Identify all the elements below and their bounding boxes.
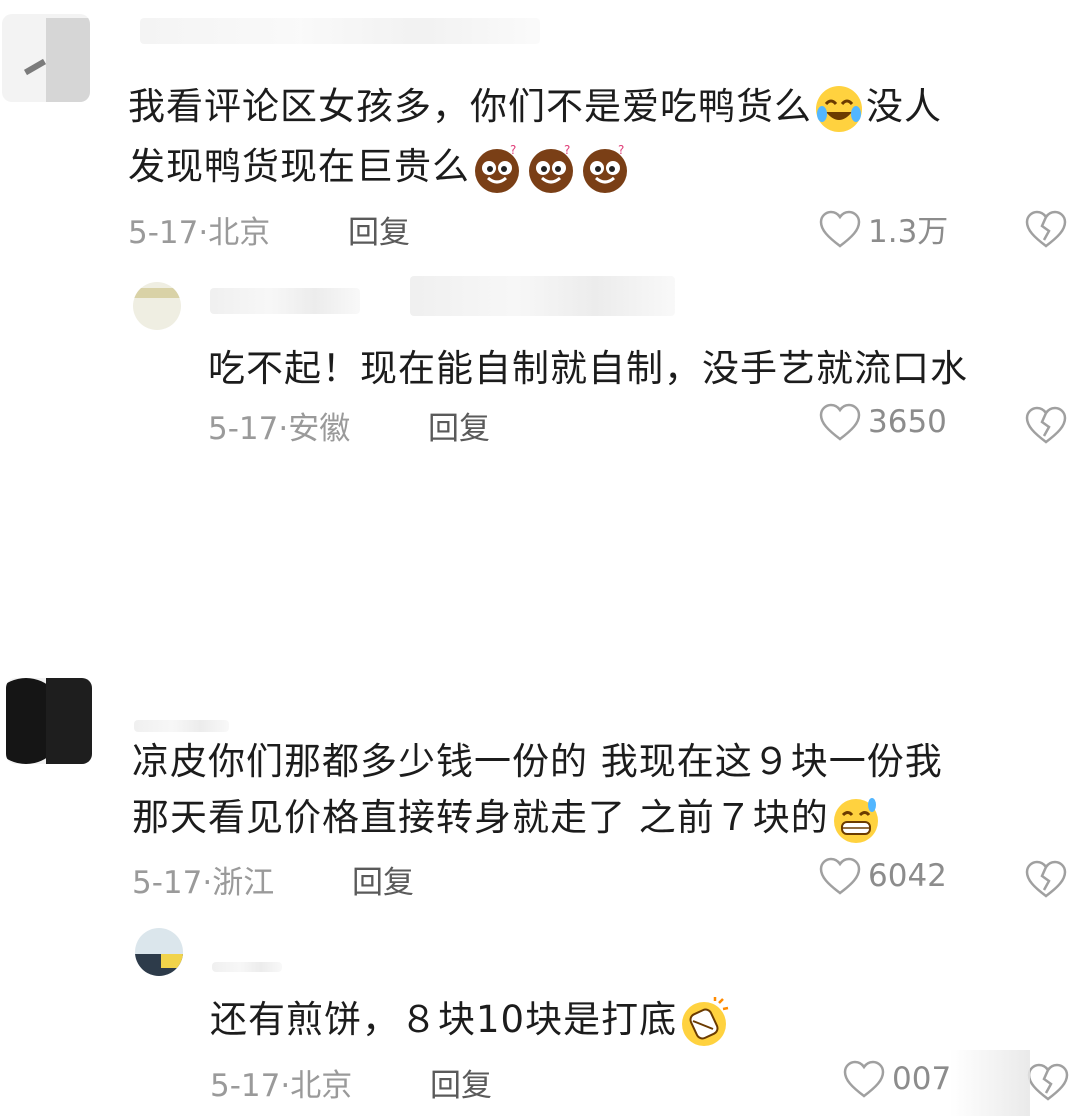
- username[interactable]: [140, 18, 540, 44]
- like-button[interactable]: 3650: [818, 402, 947, 442]
- username-extra: [410, 276, 675, 316]
- heart-outline-icon: [819, 857, 861, 895]
- username[interactable]: [210, 288, 360, 314]
- comment-location: 浙江: [212, 865, 275, 901]
- grinning-sweat-emoji: [833, 797, 878, 843]
- like-button[interactable]: 6042: [818, 856, 947, 896]
- confused-face-emoji: ?: [583, 144, 627, 193]
- username[interactable]: [134, 720, 229, 732]
- like-button[interactable]: 007: [842, 1059, 951, 1099]
- svg-text:?: ?: [564, 144, 571, 157]
- comment-text: 我看评论区女孩多，你们不是爱吃鸭货么 没人: [128, 77, 942, 136]
- reply-button[interactable]: 回复: [348, 207, 410, 252]
- reply-button[interactable]: 回复: [428, 403, 490, 448]
- comment-location: 北京: [290, 1068, 353, 1104]
- broken-heart-icon[interactable]: [1024, 405, 1068, 445]
- comment-text-line2: 那天看见价格直接转身就走了 之前７块的: [132, 796, 829, 839]
- heart-outline-icon: [843, 1060, 885, 1098]
- reply-button[interactable]: 回复: [430, 1060, 492, 1105]
- comment-date: 5-17: [128, 215, 199, 251]
- comment-meta: 5-17·北京: [128, 215, 271, 251]
- avatar[interactable]: [6, 678, 92, 764]
- confused-face-emoji: ?: [475, 144, 519, 193]
- like-button[interactable]: 1.3万: [818, 206, 948, 251]
- reply-button[interactable]: 回复: [352, 857, 414, 902]
- comment-text: 吃不起！现在能自制就自制，没手艺就流口水: [208, 339, 968, 398]
- comment-text-line1: 我看评论区女孩多，你们不是爱吃鸭货么: [128, 85, 812, 128]
- comment-location: 北京: [208, 215, 271, 251]
- comment-text: 还有煎饼，８块10块是打底: [210, 990, 731, 1049]
- username[interactable]: [212, 962, 282, 972]
- avatar[interactable]: [133, 282, 181, 330]
- laughing-crying-emoji: [816, 85, 862, 132]
- broken-heart-icon[interactable]: [1024, 209, 1068, 249]
- comment-location: 安徽: [288, 411, 351, 447]
- svg-text:?: ?: [510, 144, 517, 157]
- like-count: 007: [892, 1061, 952, 1097]
- comment-text-line1: 凉皮你们那都多少钱一份的 我现在这９块一份我: [132, 740, 943, 783]
- comment-text-line1: 吃不起！现在能自制就自制，没手艺就流口水: [208, 347, 968, 390]
- comment-date: 5-17: [132, 865, 203, 901]
- like-count: 6042: [868, 858, 947, 894]
- comment-meta: 5-17·北京: [210, 1068, 353, 1104]
- heart-outline-icon: [819, 403, 861, 441]
- broken-heart-icon[interactable]: [1024, 859, 1068, 899]
- shocked-emoji: [682, 996, 729, 1046]
- comment-date: 5-17: [208, 411, 279, 447]
- comment-date: 5-17: [210, 1068, 281, 1104]
- like-count: 1.3万: [868, 214, 949, 250]
- like-count: 3650: [868, 404, 947, 440]
- avatar[interactable]: [135, 928, 183, 976]
- svg-text:?: ?: [618, 144, 625, 157]
- comment-text: 凉皮你们那都多少钱一份的 我现在这９块一份我: [132, 732, 943, 791]
- comment-meta: 5-17·浙江: [132, 865, 275, 901]
- comment-text: 发现鸭货现在巨贵么???: [128, 137, 632, 196]
- comment-meta: 5-17·安徽: [208, 411, 351, 447]
- comment-text-line1: 还有煎饼，８块10块是打底: [210, 998, 678, 1041]
- watermark-overlay: [950, 1050, 1030, 1116]
- comment-text-line2: 发现鸭货现在巨贵么: [128, 145, 470, 188]
- comment-text-after-emoji: 没人: [866, 85, 942, 128]
- avatar[interactable]: [2, 14, 90, 102]
- broken-heart-icon[interactable]: [1026, 1062, 1070, 1102]
- heart-outline-icon: [819, 210, 861, 248]
- confused-face-emoji: ?: [529, 144, 573, 193]
- comment-text: 那天看见价格直接转身就走了 之前７块的: [132, 788, 883, 847]
